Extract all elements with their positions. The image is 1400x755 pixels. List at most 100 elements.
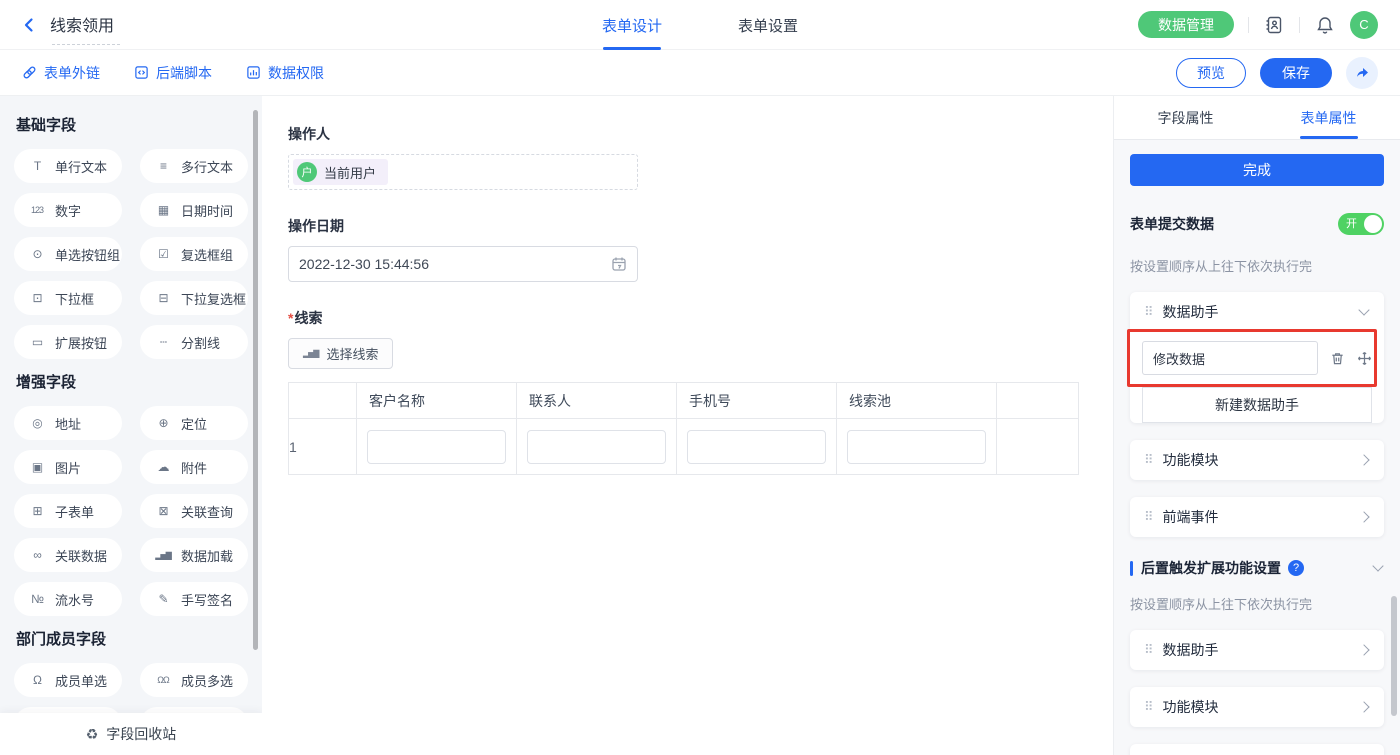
field-item-label: 子表单: [55, 502, 94, 521]
new-data-assistant-button[interactable]: 新建数据助手: [1142, 387, 1372, 423]
field-recycle-bin[interactable]: ♻ 字段回收站: [0, 713, 262, 755]
date-input[interactable]: 2022-12-30 15:44:56: [288, 246, 638, 282]
preview-button[interactable]: 预览: [1176, 58, 1246, 88]
phone-input[interactable]: [687, 430, 826, 464]
tab-form-design[interactable]: 表单设计: [602, 0, 662, 50]
field-item-address[interactable]: ◎地址: [14, 406, 122, 440]
field-item-datetime[interactable]: ▦日期时间: [140, 193, 248, 227]
frontend-event-header[interactable]: ⠿ 前端事件: [1130, 497, 1384, 537]
field-item-linked-data[interactable]: ∞关联数据: [14, 538, 122, 572]
column-header-empty: [997, 383, 1079, 419]
tab-field-properties[interactable]: 字段属性: [1114, 96, 1257, 139]
select-clue-label: 选择线索: [326, 344, 378, 363]
move-icon[interactable]: [1356, 350, 1372, 366]
form-title[interactable]: 线索领用: [50, 12, 114, 38]
back-icon[interactable]: [18, 14, 40, 36]
post-frontend-event-header[interactable]: ⠿ 前端事件: [1130, 744, 1384, 755]
drag-handle-icon[interactable]: ⠿: [1144, 452, 1154, 468]
table-cell-empty: [997, 419, 1079, 475]
field-item-select[interactable]: ⊡下拉框: [14, 281, 122, 315]
date-field[interactable]: 操作日期 2022-12-30 15:44:56: [288, 216, 1113, 282]
backend-script-link[interactable]: 后端脚本: [134, 63, 212, 83]
field-item-image[interactable]: ▣图片: [14, 450, 122, 484]
post-trigger-title: 后置触发扩展功能设置: [1141, 558, 1281, 578]
post-function-module-label: 功能模块: [1163, 697, 1351, 717]
done-button[interactable]: 完成: [1130, 154, 1384, 186]
panel-scrollbar[interactable]: [1391, 596, 1397, 716]
data-assistant-header[interactable]: ⠿ 数据助手: [1130, 292, 1384, 332]
operator-field[interactable]: 操作人 户 当前用户: [288, 124, 1113, 190]
help-icon[interactable]: ?: [1288, 560, 1304, 576]
post-function-module-header[interactable]: ⠿ 功能模块: [1130, 687, 1384, 727]
chevron-down-icon: [1358, 304, 1369, 315]
post-data-assistant-header[interactable]: ⠿ 数据助手: [1130, 630, 1384, 670]
frontend-event-card: ⠿ 前端事件: [1130, 497, 1384, 537]
clue-pool-input[interactable]: [847, 430, 986, 464]
customer-name-input[interactable]: [367, 430, 506, 464]
select-icon: ⊡: [27, 291, 47, 305]
field-item-single-line-text[interactable]: T单行文本: [14, 149, 122, 183]
submit-data-toggle[interactable]: 开: [1338, 213, 1384, 235]
operator-value-box[interactable]: 户 当前用户: [288, 154, 638, 190]
data-assistant-label: 数据助手: [1163, 302, 1351, 322]
toggle-knob: [1364, 215, 1382, 233]
calendar-icon[interactable]: [611, 256, 627, 272]
current-user-tag[interactable]: 户 当前用户: [293, 159, 388, 185]
section-title-enhanced: 增强字段: [16, 371, 248, 392]
drag-handle-icon[interactable]: ⠿: [1144, 642, 1154, 658]
drag-handle-icon[interactable]: ⠿: [1144, 509, 1154, 525]
multi-line-text-icon: ≡: [153, 159, 173, 173]
field-item-label: 日期时间: [181, 201, 233, 220]
delete-icon[interactable]: [1329, 350, 1345, 366]
field-item-member-single[interactable]: Ω成员单选: [14, 663, 122, 697]
clue-field[interactable]: *线索 ▂▅▇ 选择线索 客户名称 联系人 手机号 线索池 1: [288, 308, 1113, 475]
contacts-icon[interactable]: [1263, 14, 1285, 36]
field-item-label: 成员多选: [181, 671, 233, 690]
field-item-attachment[interactable]: ☁附件: [140, 450, 248, 484]
location-icon: ⊕: [153, 416, 173, 430]
linked-data-icon: ∞: [27, 548, 47, 562]
field-item-multi-line-text[interactable]: ≡多行文本: [140, 149, 248, 183]
field-item-subform[interactable]: ⊞子表单: [14, 494, 122, 528]
field-item-member-multi[interactable]: ΩΩ成员多选: [140, 663, 248, 697]
field-item-number[interactable]: 123数字: [14, 193, 122, 227]
address-icon: ◎: [27, 416, 47, 430]
data-permission-link[interactable]: 数据权限: [246, 63, 324, 83]
execute-order-hint: 按设置顺序从上往下依次执行完: [1130, 256, 1384, 275]
field-item-multi-select[interactable]: ⊟下拉复选框: [140, 281, 248, 315]
form-canvas: 操作人 户 当前用户 操作日期 2022-12-30 15:44:56: [262, 96, 1113, 755]
field-item-radio-group[interactable]: ⊙单选按钮组: [14, 237, 122, 271]
data-manage-button[interactable]: 数据管理: [1138, 11, 1234, 38]
share-button[interactable]: [1346, 57, 1378, 89]
drag-handle-icon[interactable]: ⠿: [1144, 699, 1154, 715]
table-cell: [677, 419, 837, 475]
function-module-header[interactable]: ⠿ 功能模块: [1130, 440, 1384, 480]
field-item-checkbox-group[interactable]: ☑复选框组: [140, 237, 248, 271]
field-item-data-load[interactable]: ▂▅▇数据加载: [140, 538, 248, 572]
field-item-extend-button[interactable]: ▭扩展按钮: [14, 325, 122, 359]
contact-input[interactable]: [527, 430, 666, 464]
save-button[interactable]: 保存: [1260, 58, 1332, 88]
function-module-label: 功能模块: [1163, 450, 1351, 470]
tab-form-settings[interactable]: 表单设置: [738, 0, 798, 50]
recycle-label: 字段回收站: [106, 724, 176, 744]
form-external-link[interactable]: 表单外链: [22, 63, 100, 83]
assistant-entry-row: 修改数据: [1130, 332, 1384, 385]
divider: [1299, 17, 1300, 33]
operator-label: 操作人: [288, 124, 1113, 144]
header-tabs: 表单设计 表单设置: [602, 0, 798, 50]
post-trigger-section-header[interactable]: 后置触发扩展功能设置 ?: [1130, 558, 1384, 578]
checkbox-group-icon: ☑: [153, 247, 173, 261]
sidebar-scrollbar[interactable]: [253, 110, 258, 650]
modify-data-entry[interactable]: 修改数据: [1142, 341, 1318, 375]
field-item-divider[interactable]: ┄分割线: [140, 325, 248, 359]
drag-handle-icon[interactable]: ⠿: [1144, 304, 1154, 320]
field-item-serial-number[interactable]: №流水号: [14, 582, 122, 616]
user-avatar[interactable]: C: [1350, 11, 1378, 39]
notification-bell-icon[interactable]: [1314, 14, 1336, 36]
field-item-signature[interactable]: ✎手写签名: [140, 582, 248, 616]
field-item-location[interactable]: ⊕定位: [140, 406, 248, 440]
select-clue-button[interactable]: ▂▅▇ 选择线索: [288, 338, 393, 369]
field-item-linked-query[interactable]: ⊠关联查询: [140, 494, 248, 528]
tab-form-properties[interactable]: 表单属性: [1257, 96, 1400, 139]
